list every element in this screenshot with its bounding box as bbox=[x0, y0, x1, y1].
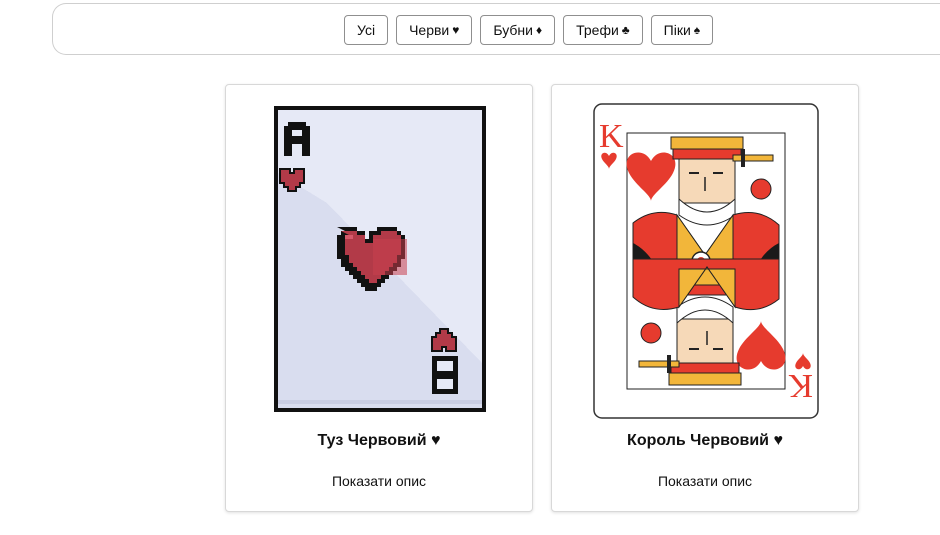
filter-hearts-button[interactable]: Черви ♥ bbox=[396, 15, 473, 45]
filter-hearts-label: Черви bbox=[409, 22, 450, 38]
filter-clubs-label: Трефи bbox=[576, 22, 619, 38]
pixel-ace-of-hearts-image bbox=[274, 106, 486, 412]
filter-all-button[interactable]: Усі bbox=[344, 15, 389, 45]
card-title: Король Червовий ♥ bbox=[627, 432, 783, 449]
filter-diamonds-label: Бубни bbox=[493, 22, 533, 38]
card-title: Туз Червовий ♥ bbox=[317, 432, 441, 449]
diamond-icon: ♦ bbox=[535, 23, 543, 37]
filter-spades-label: Піки bbox=[663, 22, 691, 38]
spade-icon: ♠ bbox=[693, 23, 701, 37]
show-description-link[interactable]: Показати опис bbox=[552, 473, 858, 489]
card-grid: Туз Червовий ♥ Показати опис K K Король … bbox=[225, 84, 859, 512]
heart-icon: ♥ bbox=[452, 23, 460, 37]
rank-k-top: K bbox=[599, 118, 624, 155]
filter-spades-button[interactable]: Піки ♠ bbox=[650, 15, 714, 45]
suit-filter-group: Усі Черви ♥ Бубни ♦ Трефи ♣ Піки ♠ bbox=[344, 15, 714, 45]
filter-clubs-button[interactable]: Трефи ♣ bbox=[563, 15, 643, 45]
filter-diamonds-button[interactable]: Бубни ♦ bbox=[480, 15, 556, 45]
svg-text:K: K bbox=[788, 367, 813, 404]
card-ace-of-hearts: Туз Червовий ♥ Показати опис bbox=[225, 84, 533, 512]
show-description-link[interactable]: Показати опис bbox=[226, 473, 532, 489]
card-king-of-hearts: K K Король Червовий ♥ Показати опис bbox=[551, 84, 859, 512]
filter-bar: Усі Черви ♥ Бубни ♦ Трефи ♣ Піки ♠ bbox=[52, 3, 940, 55]
king-of-hearts-image: K K bbox=[593, 103, 819, 419]
filter-all-label: Усі bbox=[357, 22, 376, 38]
club-icon: ♣ bbox=[621, 23, 630, 37]
